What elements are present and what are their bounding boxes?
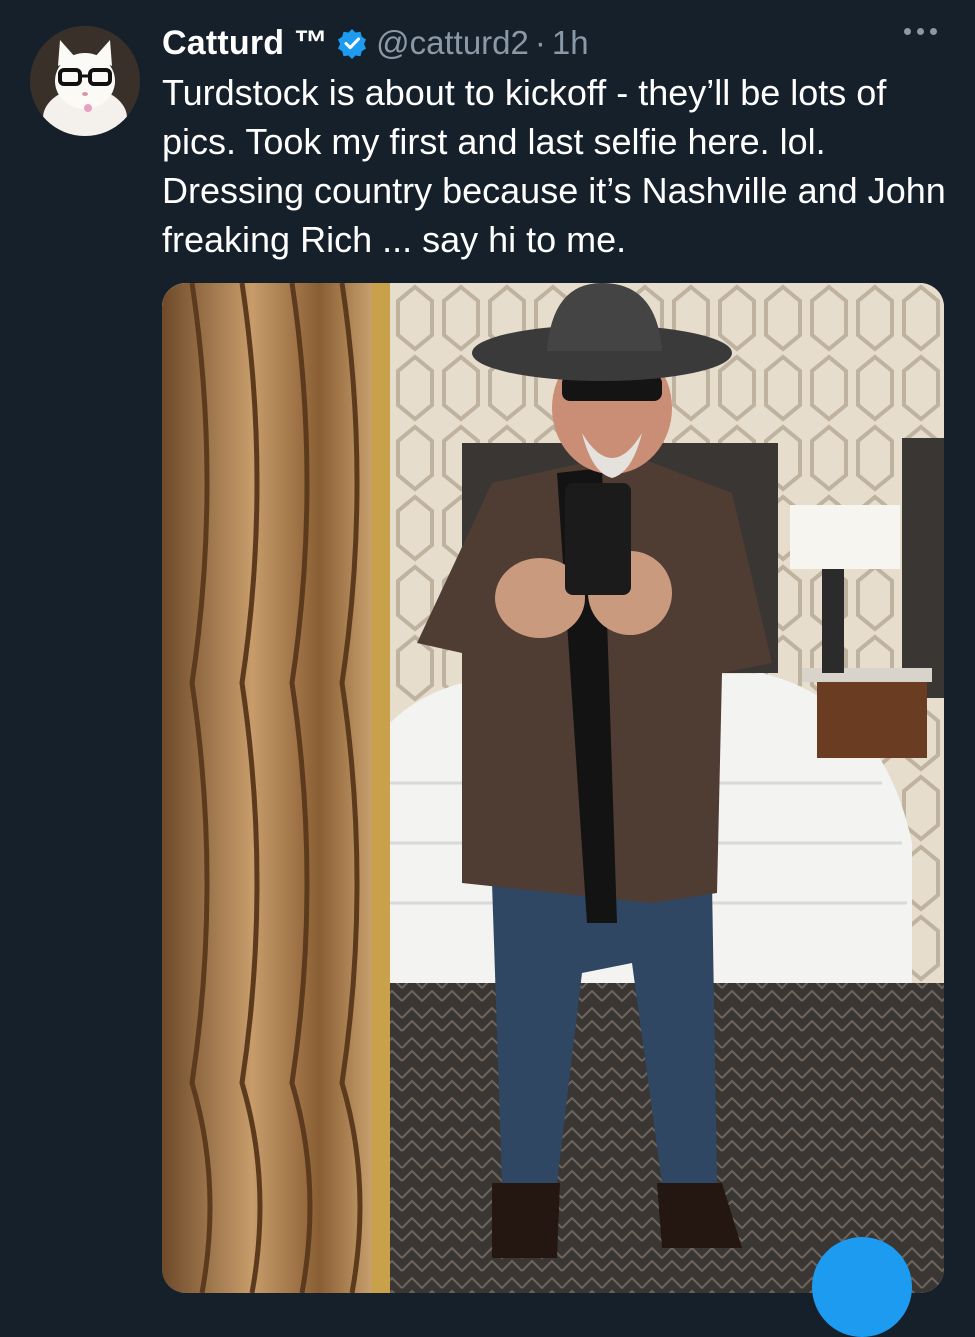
cat-with-glasses-avatar-icon — [30, 26, 140, 136]
mirror-selfie-photo-icon — [162, 283, 944, 1293]
author-avatar[interactable] — [30, 26, 140, 136]
author-meta: @catturd2 · 1h — [376, 24, 588, 62]
tweet-media[interactable] — [162, 283, 944, 1293]
more-dot — [904, 28, 911, 35]
more-dot — [930, 28, 937, 35]
more-dot — [917, 28, 924, 35]
compose-fab-icon[interactable] — [812, 1237, 912, 1337]
author-handle[interactable]: @catturd2 — [376, 24, 529, 62]
tweet-text: Turdstock is about to kickoff - they’ll … — [162, 72, 946, 260]
more-options-icon[interactable] — [904, 28, 937, 35]
tweet-header: Catturd ™ @catturd2 · 1h — [162, 18, 589, 68]
author-display-name[interactable]: Catturd ™ — [162, 24, 328, 63]
verified-badge-icon — [336, 27, 368, 59]
meta-separator: · — [534, 24, 546, 61]
tweet-timestamp[interactable]: 1h — [552, 24, 589, 62]
